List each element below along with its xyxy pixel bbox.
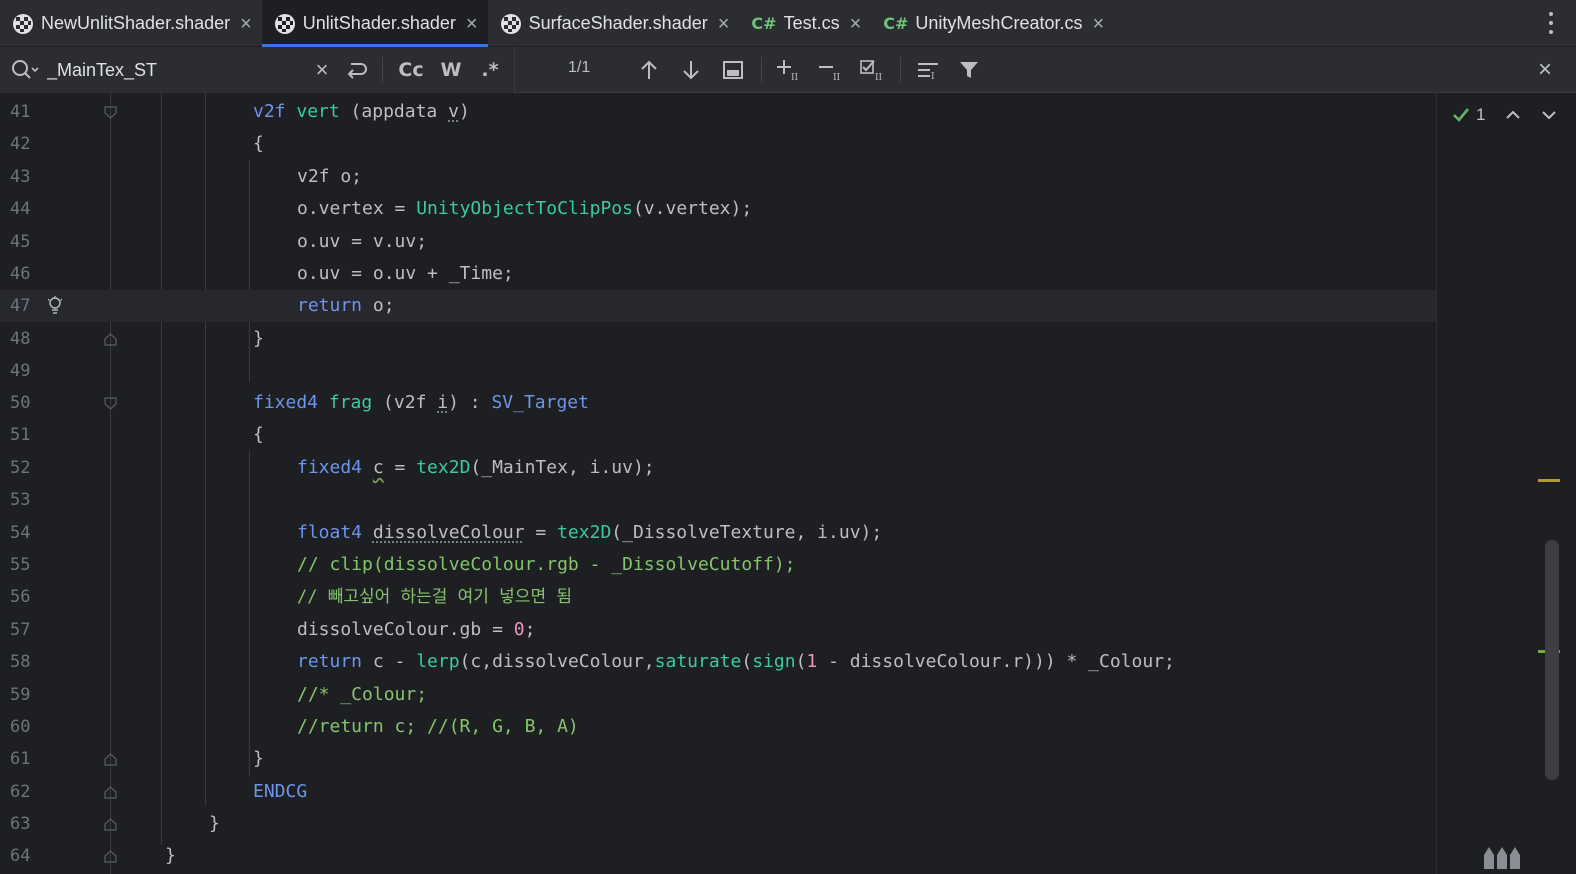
warning-marker[interactable] [1538,479,1560,482]
code-line: 54 float4 dissolveColour = tex2D(_Dissol… [10,522,883,543]
match-count: 1/1 [568,59,591,76]
filter-icon[interactable] [957,58,981,82]
close-icon[interactable]: × [1092,14,1104,34]
code-line: 56 // 빼고싶어 하는걸 여기 넣으면 됨 [10,587,572,607]
code-line: 62 ENDCG [10,781,308,802]
check-icon [1453,108,1470,122]
chevron-up-icon[interactable] [1505,109,1521,121]
select-all-occurrences-icon[interactable]: II [859,58,887,82]
code-line: 45 o.uv = v.uv; [10,231,428,252]
arrow-up-icon[interactable] [637,58,661,82]
code-line: 57 dissolveColour.gb = 0; [10,619,536,640]
svg-text:II: II [833,73,841,82]
tab-label: UnityMeshCreator.cs [915,13,1083,33]
editor-right-divider [1436,93,1437,874]
shader-icon [500,13,522,35]
code-editor[interactable]: 41 v2f vert (appdata v) 42 { 43 v2f o; 4… [0,93,1576,874]
regex-button[interactable]: .* [476,58,504,82]
editor-tab-bar: NewUnlitShader.shader × UnlitShader.shad… [0,0,1576,47]
tab-label: NewUnlitShader.shader [41,13,231,33]
code-line: 41 v2f vert (appdata v) [10,101,470,122]
code-line: 51 { [10,424,264,445]
new-line-icon[interactable] [343,58,371,82]
code-line: 42 { [10,133,264,154]
tab-unlitshader[interactable]: UnlitShader.shader × [261,0,488,47]
close-icon[interactable]: × [850,14,862,34]
tab-label: Test.cs [783,13,840,33]
close-icon[interactable]: × [466,14,478,34]
svg-text:II: II [791,73,799,82]
ai-assistant-icon[interactable] [1481,841,1525,871]
open-in-window-icon[interactable] [721,58,745,82]
find-bar: × Cc W .* 1/1 II II II I × [0,47,1576,93]
code-line: 60 //return c; //(R, G, B, A) [10,716,579,737]
match-case-button[interactable]: Cc [396,58,426,82]
code-line: 52 fixed4 c = tex2D(_MainTex, i.uv); [10,457,655,478]
fold-end-icon[interactable] [104,753,117,766]
code-line: 53 [10,490,31,510]
code-line: 58 return c - lerp(c,dissolveColour,satu… [10,651,1175,672]
code-line: 59 //* _Colour; [10,684,428,705]
tab-unitymeshcreator-cs[interactable]: C# UnityMeshCreator.cs × [871,0,1114,47]
code-line: 55 // clip(dissolveColour.rgb - _Dissolv… [10,554,796,575]
search-history-icon[interactable] [10,58,40,82]
code-line: 63 } [10,813,220,834]
fold-end-icon[interactable] [104,333,117,346]
fold-end-icon[interactable] [104,818,117,831]
svg-text:I: I [931,72,935,81]
close-icon[interactable]: × [240,14,252,34]
search-box: × Cc W .* [0,47,515,93]
fold-end-icon[interactable] [104,850,117,863]
shader-icon [274,13,296,35]
csharp-icon: C# [883,14,909,33]
code-line: 44 o.vertex = UnityObjectToClipPos(v.ver… [10,198,753,219]
lightbulb-icon[interactable] [46,296,64,316]
filter-search-results-icon[interactable]: I [915,58,941,82]
code-line-current: 47 return o; [0,290,1436,322]
tab-test-cs[interactable]: C# Test.cs × [739,0,871,47]
fold-end-icon[interactable] [104,786,117,799]
csharp-icon: C# [751,14,777,33]
vertical-scrollbar[interactable] [1545,540,1559,780]
close-icon[interactable]: × [718,14,730,34]
more-vertical-icon[interactable] [1548,12,1554,34]
search-input[interactable] [47,59,297,81]
tab-newunlitshader[interactable]: NewUnlitShader.shader × [0,0,262,47]
shader-icon [12,13,34,35]
fold-icon[interactable] [104,397,117,410]
tab-surfaceshader[interactable]: SurfaceShader.shader × [488,0,740,47]
inspection-status[interactable]: 1 [1452,105,1557,125]
inspection-count: 1 [1476,105,1486,124]
svg-text:II: II [875,73,883,82]
code-line: 49 [10,361,31,381]
code-line: 61 } [10,748,264,769]
code-line: 46 o.uv = o.uv + _Time; [10,263,514,284]
code-line: 48 } [10,328,264,349]
add-occurrence-icon[interactable]: II [775,58,803,82]
code-line: 43 v2f o; [10,166,363,187]
fold-icon[interactable] [104,106,117,119]
arrow-down-icon[interactable] [679,58,703,82]
code-line: 50 fixed4 frag (v2f i) : SV_Target [10,392,589,413]
chevron-down-icon[interactable] [1541,109,1557,121]
tab-label: SurfaceShader.shader [528,13,708,33]
words-button[interactable]: W [438,58,464,82]
tab-label: UnlitShader.shader [302,13,456,33]
remove-occurrence-icon[interactable]: II [817,58,845,82]
clear-search-icon[interactable]: × [311,57,333,82]
close-find-bar-icon[interactable]: × [1533,56,1557,83]
code-line: 64 } [10,845,176,866]
